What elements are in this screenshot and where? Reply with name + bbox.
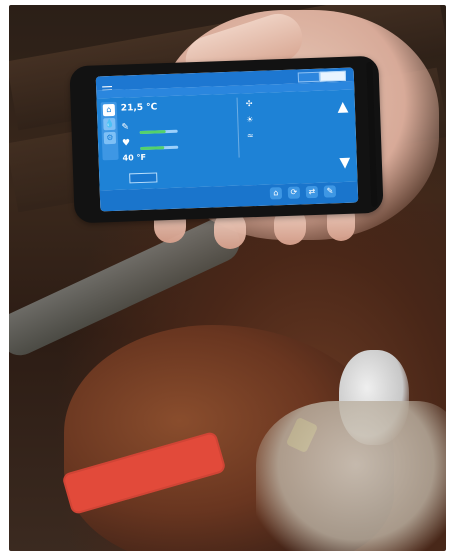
up-arrow-icon[interactable]: ▲ bbox=[334, 99, 352, 115]
row4-value: 40 °F bbox=[122, 152, 147, 163]
home-icon: ⌂ bbox=[106, 105, 112, 115]
side-item-settings[interactable]: ⚙ bbox=[103, 131, 117, 145]
heart-icon: ♥ bbox=[121, 138, 131, 149]
page: { "scene": { "description": "", "collar_… bbox=[0, 0, 453, 555]
down-arrow-icon[interactable]: ▼ bbox=[336, 155, 354, 171]
menu-icon[interactable] bbox=[102, 79, 113, 95]
row3-bar bbox=[140, 145, 179, 151]
bottom-icon-2[interactable]: ⟳ bbox=[287, 186, 301, 199]
settings-icon: ⚙ bbox=[106, 132, 114, 143]
phone-screen: ⌂ 💧 ⚙ 21,5 °C ✎ ♥ 40 °F ✣ ☀ ≈ ▲ ▼ ⌂ ⟳ ⇄ … bbox=[95, 67, 359, 212]
middle-controls: ✣ ☀ ≈ bbox=[236, 95, 310, 158]
row2-bar bbox=[139, 129, 178, 135]
photo: ⌂ 💧 ⚙ 21,5 °C ✎ ♥ 40 °F ✣ ☀ ≈ ▲ ▼ ⌂ ⟳ ⇄ … bbox=[9, 5, 446, 551]
top-input[interactable] bbox=[319, 70, 347, 82]
top-button[interactable] bbox=[297, 71, 321, 83]
fan-icon: ✣ bbox=[245, 99, 253, 109]
side-nav: ⌂ 💧 ⚙ bbox=[100, 101, 119, 161]
bottom-icon-group: ⌂ ⟳ ⇄ ✎ bbox=[269, 185, 348, 202]
phone: ⌂ 💧 ⚙ 21,5 °C ✎ ♥ 40 °F ✣ ☀ ≈ ▲ ▼ ⌂ ⟳ ⇄ … bbox=[69, 55, 384, 224]
temperature-value: 21,5 °C bbox=[120, 102, 158, 114]
side-item-drop[interactable]: 💧 bbox=[103, 117, 116, 131]
row3-bar-fill bbox=[140, 146, 164, 151]
bottom-icon-3[interactable]: ⇄ bbox=[305, 185, 319, 199]
wave-icon: ≈ bbox=[246, 131, 254, 141]
row2-bar-fill bbox=[139, 130, 166, 135]
drop-icon: 💧 bbox=[104, 118, 115, 129]
side-item-home[interactable]: ⌂ bbox=[102, 103, 116, 117]
pen-icon: ✎ bbox=[121, 122, 130, 133]
sun-icon: ☀ bbox=[246, 115, 254, 125]
straw-bedding bbox=[256, 401, 446, 551]
bottom-icon-1[interactable]: ⌂ bbox=[269, 187, 283, 200]
action-button[interactable] bbox=[129, 172, 158, 184]
main-panel: ⌂ 💧 ⚙ 21,5 °C ✎ ♥ 40 °F ✣ ☀ ≈ ▲ ▼ bbox=[96, 89, 358, 191]
bottom-icon-4[interactable]: ✎ bbox=[323, 185, 337, 198]
